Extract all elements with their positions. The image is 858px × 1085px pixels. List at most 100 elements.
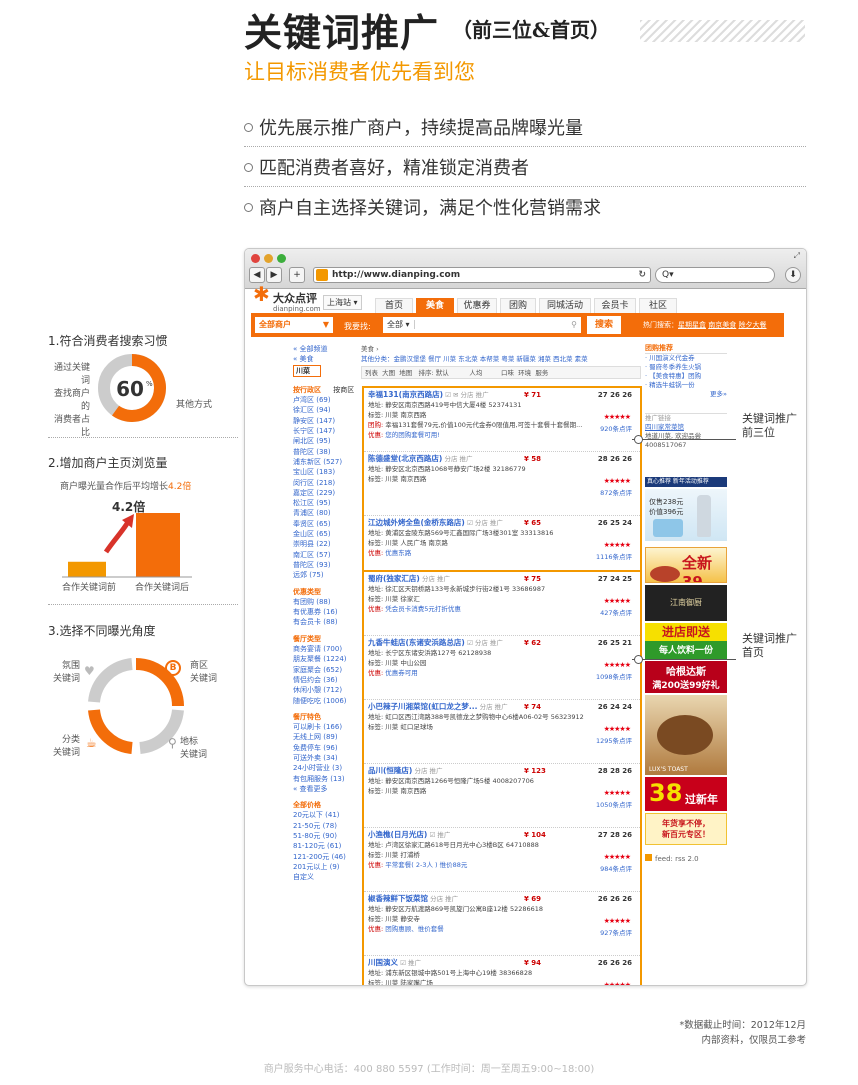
other-categories[interactable]: 其他分类：金鹏汉堡堡 餐厅 川菜 东北菜 本帮菜 粤菜 新疆菜 湘菜 西北菜 素… — [361, 354, 641, 364]
region-filter-item[interactable]: 闸北区 (95) — [293, 436, 355, 446]
type-filter-item[interactable]: 家庭聚会 (652) — [293, 665, 355, 675]
price-filter-item[interactable]: 121-200元 (46) — [293, 852, 355, 862]
tab-groupbuy[interactable]: 团购 — [500, 298, 536, 313]
banner-new39[interactable]: 全新39 — [645, 547, 727, 583]
review-count-link[interactable]: 872条点评 — [600, 488, 632, 498]
type-filter-item[interactable]: 情侣约会 (36) — [293, 675, 355, 685]
region-filter-item[interactable]: 宝山区 (183) — [293, 467, 355, 477]
price-filter-item[interactable]: 20元以下 (41) — [293, 810, 355, 820]
browser-search-input[interactable]: Q▾ — [655, 267, 775, 283]
banner-drink[interactable]: 进店即送 每人饮料一份 — [645, 623, 727, 659]
shop-name[interactable]: 小渔樵(日月光店) — [368, 830, 427, 839]
review-count-link[interactable]: 1050条点评 — [596, 800, 632, 810]
tab-membership[interactable]: 会员卡 — [594, 298, 636, 313]
promo-bar[interactable]: 真心推荐 新年活动推荐 — [645, 477, 727, 487]
region-filter-item[interactable]: 崇明县 (22) — [293, 539, 355, 549]
shop-name[interactable]: 椒香辣鲜下饭菜馆 — [368, 894, 428, 903]
view-bigimage[interactable]: 大图 — [382, 369, 395, 377]
search-button[interactable]: 搜索 — [587, 316, 621, 334]
region-filter-item[interactable]: 普陀区 (93) — [293, 560, 355, 570]
type-filter-item[interactable]: 休闲小憩 (712) — [293, 685, 355, 695]
forward-button[interactable]: ▶ — [266, 267, 282, 283]
shop-name[interactable]: 幸福131(南京西路店) — [368, 390, 443, 399]
groupbuy-item[interactable]: · 【美食特惠】团购 — [645, 372, 727, 381]
banner-haagen-dazs[interactable]: 哈根达斯 满200送99好礼 — [645, 661, 727, 693]
region-filter-item[interactable]: 静安区 (147) — [293, 416, 355, 426]
price-filter-item[interactable]: 201元以上 (9) — [293, 862, 355, 872]
city-selector[interactable]: 上海站 ▾ — [323, 295, 362, 310]
region-filter-item[interactable]: 普陀区 (38) — [293, 447, 355, 457]
region-tab-district[interactable]: 按商区 — [333, 386, 354, 394]
new-tab-button[interactable]: + — [289, 267, 305, 283]
groupbuy-item[interactable]: · 川国演义代金券 — [645, 354, 727, 363]
region-filter-item[interactable]: 松江区 (95) — [293, 498, 355, 508]
review-count-link[interactable]: 927条点评 — [600, 928, 632, 938]
region-filter-item[interactable]: 闵行区 (218) — [293, 478, 355, 488]
sort-select[interactable]: 排序: 默认 — [418, 369, 448, 377]
rss-feed-link[interactable]: feed: rss 2.0 — [645, 854, 727, 866]
region-filter-item[interactable]: 南汇区 (57) — [293, 550, 355, 560]
price-filter-item[interactable]: 21-50元 (78) — [293, 821, 355, 831]
type-filter-item[interactable]: 朋友聚餐 (1224) — [293, 654, 355, 664]
shop-name[interactable]: 陈德盛堂(北京西路店) — [368, 454, 442, 463]
tab-community[interactable]: 社区 — [639, 298, 677, 313]
more-link[interactable]: 更多» — [645, 390, 727, 399]
minimize-window-icon[interactable] — [264, 254, 273, 263]
sidebar-link[interactable]: « 全部频道 — [293, 344, 355, 354]
region-filter-item[interactable]: 青浦区 (80) — [293, 508, 355, 518]
shop-name[interactable]: 江边城外烤全鱼(金桥东路店) — [368, 518, 465, 527]
shop-name[interactable]: 川国演义 — [368, 958, 398, 967]
feature-filter-item[interactable]: 有优惠券 (16) — [293, 607, 355, 617]
tab-coupons[interactable]: 优惠券 — [457, 298, 497, 313]
type-filter-item[interactable]: 商务宴请 (700) — [293, 644, 355, 654]
reload-icon[interactable]: ↻ — [638, 268, 646, 282]
view-list[interactable]: 列表 — [365, 369, 378, 377]
special-filter-item[interactable]: 无线上网 (89) — [293, 732, 355, 742]
download-icon[interactable]: ⬇ — [785, 267, 801, 283]
region-filter-item[interactable]: 长宁区 (147) — [293, 426, 355, 436]
region-filter-item[interactable]: 奉贤区 (65) — [293, 519, 355, 529]
feature-filter-item[interactable]: 有团购 (88) — [293, 597, 355, 607]
special-filter-item[interactable]: 24小时营业 (3) — [293, 763, 355, 773]
ad-title[interactable]: 四川家常菜馆 — [645, 423, 727, 432]
sort-taste[interactable]: 口味 — [501, 369, 514, 377]
back-button[interactable]: ◀ — [249, 267, 265, 283]
banner-jiangnan[interactable]: 江南御厨 — [645, 585, 727, 621]
review-count-link[interactable]: 920条点评 — [600, 424, 632, 434]
breadcrumb[interactable]: 美食 › — [361, 344, 641, 354]
shop-name[interactable]: 蜀府(独家汇店) — [368, 574, 420, 583]
review-count-link[interactable]: 1098条点评 — [596, 672, 632, 682]
shop-name[interactable]: 品川(恒隆店) — [368, 766, 412, 775]
region-filter-item[interactable]: 浦东新区 (527) — [293, 457, 355, 467]
region-filter-item[interactable]: 嘉定区 (229) — [293, 488, 355, 498]
banner-new-goods[interactable]: 年货享不停， 新百元专区！ — [645, 813, 727, 845]
fullscreen-icon[interactable]: ⤢ — [794, 251, 800, 261]
tab-food[interactable]: 美食 — [416, 298, 454, 313]
region-filter-item[interactable]: 金山区 (65) — [293, 529, 355, 539]
site-logo[interactable]: ✱ 大众点评 dianping.com — [253, 284, 321, 315]
review-count-link[interactable]: 1116条点评 — [596, 552, 632, 562]
special-filter-item[interactable]: 有包厢服务 (13) — [293, 774, 355, 784]
banner-toast[interactable]: LUX'S TOAST — [645, 695, 727, 775]
special-filter-item[interactable]: 可以刷卡 (166) — [293, 722, 355, 732]
groupbuy-item[interactable]: · 精选牛蛙锅一份 — [645, 381, 727, 390]
price-filter-item[interactable]: 51-80元 (90) — [293, 831, 355, 841]
promo-banner[interactable]: 仅售238元 价值396元 — [645, 489, 727, 541]
special-filter-item[interactable]: 可送外卖 (34) — [293, 753, 355, 763]
tab-events[interactable]: 同城活动 — [539, 298, 591, 313]
banner-new-year[interactable]: 38 过新年 — [645, 777, 727, 811]
view-map[interactable]: 地图 — [399, 369, 412, 377]
category-select[interactable]: 全部商户 ▼ — [255, 317, 333, 333]
groupbuy-item[interactable]: · 蜀府冬季养生火锅 — [645, 363, 727, 372]
shop-name[interactable]: 九香牛蛙店(东诸安浜路总店) — [368, 638, 465, 647]
region-tab-admin[interactable]: 按行政区 — [293, 386, 321, 394]
special-filter-item[interactable]: 免费停车 (96) — [293, 743, 355, 753]
tab-home[interactable]: 首页 — [375, 298, 413, 313]
site-search-input[interactable]: 全部 ▾ ⚲ — [383, 317, 581, 333]
filter-price[interactable]: 人均 — [469, 369, 482, 377]
sidebar-link[interactable]: « 美食 — [293, 354, 355, 364]
address-bar[interactable]: http://www.dianping.com ↻ — [313, 267, 651, 283]
region-filter-item[interactable]: 远郊 (75) — [293, 570, 355, 580]
close-window-icon[interactable] — [251, 254, 260, 263]
sort-env[interactable]: 环境 — [518, 369, 531, 377]
